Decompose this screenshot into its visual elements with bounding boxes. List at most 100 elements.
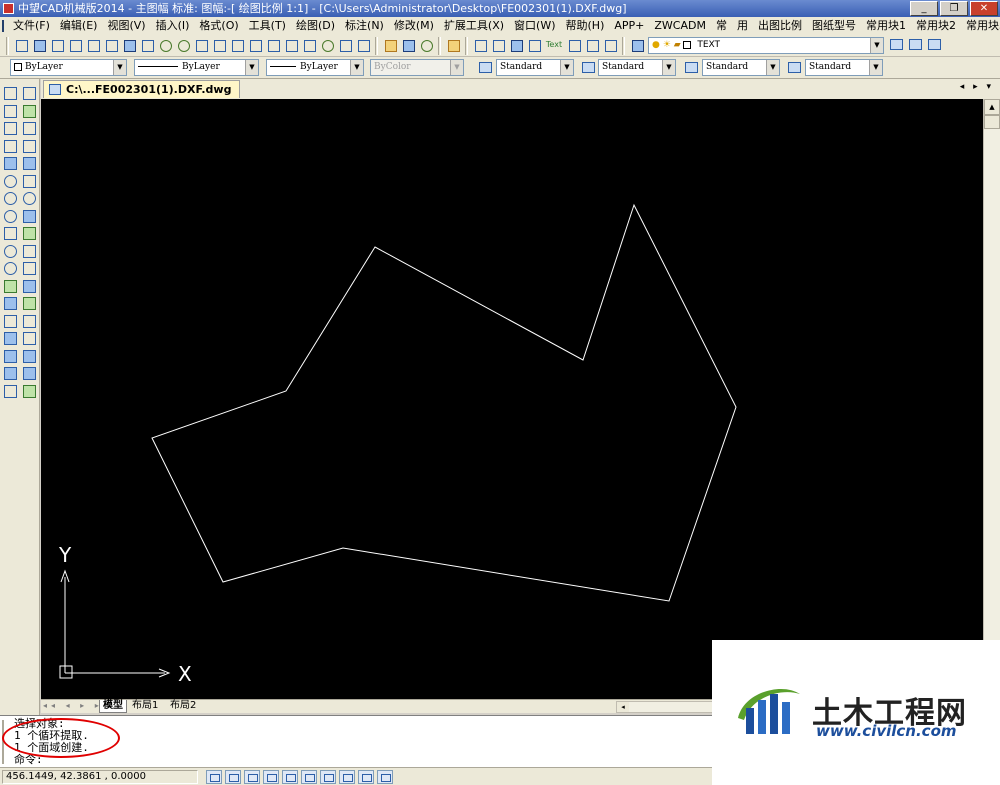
menu-view[interactable]: 视图(V) bbox=[102, 17, 150, 34]
join-icon[interactable] bbox=[21, 295, 37, 312]
menu-chang[interactable]: 常 bbox=[711, 17, 732, 34]
no-symbol-icon[interactable] bbox=[175, 37, 191, 53]
hole-icon[interactable] bbox=[157, 37, 173, 53]
chevron-down-icon[interactable]: ▼ bbox=[450, 60, 463, 75]
i-beam-icon[interactable] bbox=[85, 37, 101, 53]
document-nav-arrows[interactable]: ◂ ▸ ▾ bbox=[960, 82, 994, 92]
scroll-left-icon[interactable]: ◂ bbox=[617, 702, 629, 712]
chevron-down-icon[interactable]: ▼ bbox=[560, 60, 573, 75]
menu-draw[interactable]: 绘图(D) bbox=[291, 17, 340, 34]
menu-block2[interactable]: 常用块2 bbox=[911, 17, 961, 34]
datum-icon[interactable] bbox=[337, 37, 353, 53]
menu-yong[interactable]: 用 bbox=[732, 17, 753, 34]
layer-prev-icon[interactable] bbox=[888, 36, 904, 52]
menu-window[interactable]: 窗口(W) bbox=[509, 17, 560, 34]
offset-icon[interactable] bbox=[21, 138, 37, 155]
slope-icon[interactable] bbox=[103, 37, 119, 53]
workspace-icon[interactable] bbox=[377, 770, 393, 784]
chevron-down-icon[interactable]: ▼ bbox=[113, 60, 126, 75]
roughness-icon[interactable] bbox=[355, 37, 371, 53]
match-icon[interactable] bbox=[21, 383, 37, 400]
corner2-icon[interactable] bbox=[584, 37, 600, 53]
chevron-down-icon[interactable]: ▼ bbox=[870, 38, 883, 53]
gear-teeth-icon[interactable] bbox=[247, 37, 263, 53]
angle-icon[interactable] bbox=[283, 37, 299, 53]
title-block-icon[interactable] bbox=[382, 37, 398, 53]
mleader-style-icon[interactable] bbox=[786, 59, 802, 75]
menu-extended-tools[interactable]: 扩展工具(X) bbox=[439, 17, 509, 34]
stretch-icon[interactable] bbox=[21, 225, 37, 242]
copy-icon[interactable] bbox=[21, 103, 37, 120]
table-style-icon[interactable] bbox=[683, 59, 699, 75]
rectangle-icon[interactable] bbox=[2, 155, 18, 172]
menu-edit[interactable]: 编辑(E) bbox=[55, 17, 103, 34]
ellipse-arc-icon[interactable] bbox=[2, 260, 18, 277]
zoom-icon[interactable] bbox=[418, 37, 434, 53]
center-line-icon[interactable] bbox=[49, 37, 65, 53]
chevron-down-icon[interactable]: ▼ bbox=[662, 60, 675, 75]
point-icon[interactable] bbox=[2, 313, 18, 330]
grid-toggle-icon[interactable] bbox=[225, 770, 241, 784]
polygon-icon[interactable] bbox=[2, 138, 18, 155]
menu-file[interactable]: 文件(F) bbox=[8, 17, 55, 34]
chevron-down-icon[interactable]: ▼ bbox=[766, 60, 779, 75]
chevron-down-icon[interactable]: ▼ bbox=[245, 60, 258, 75]
spline-icon[interactable] bbox=[2, 225, 18, 242]
chamfer-icon[interactable] bbox=[13, 37, 29, 53]
array-icon[interactable] bbox=[21, 155, 37, 172]
drawing-canvas[interactable]: Y X bbox=[41, 99, 983, 699]
menu-tools[interactable]: 工具(T) bbox=[244, 17, 291, 34]
frame-icon[interactable] bbox=[31, 37, 47, 53]
tab-layout1[interactable]: 布局1 bbox=[129, 700, 161, 713]
break-icon[interactable] bbox=[21, 278, 37, 295]
table-icon[interactable] bbox=[121, 37, 137, 53]
arc-icon[interactable] bbox=[2, 173, 18, 190]
table-style-combo[interactable]: Standard ▼ bbox=[702, 59, 780, 76]
mirror-icon[interactable] bbox=[21, 120, 37, 137]
region-polygon[interactable] bbox=[151, 203, 737, 602]
text-style-icon[interactable] bbox=[477, 59, 493, 75]
osnap-toggle-icon[interactable] bbox=[282, 770, 298, 784]
linetype-combo[interactable]: ByLayer ▼ bbox=[134, 59, 259, 76]
properties-icon[interactable] bbox=[21, 365, 37, 382]
region-icon[interactable] bbox=[2, 348, 18, 365]
ray-icon[interactable] bbox=[2, 103, 18, 120]
vertical-scrollbar[interactable]: ▲ bbox=[983, 99, 1000, 699]
scale-icon[interactable] bbox=[21, 208, 37, 225]
otrack-toggle-icon[interactable] bbox=[301, 770, 317, 784]
leader-icon[interactable] bbox=[301, 37, 317, 53]
arc-dim-icon[interactable] bbox=[193, 37, 209, 53]
document-menu-icon[interactable] bbox=[2, 19, 4, 32]
trim-icon[interactable] bbox=[21, 243, 37, 260]
chamfer2-icon[interactable] bbox=[472, 37, 488, 53]
layer-off-icon[interactable] bbox=[926, 36, 942, 52]
ellipse-icon[interactable] bbox=[2, 243, 18, 260]
mtext-icon[interactable] bbox=[2, 383, 18, 400]
menu-block3[interactable]: 常用块3 bbox=[961, 17, 1000, 34]
fillet-icon[interactable] bbox=[21, 330, 37, 347]
model-toggle-icon[interactable] bbox=[358, 770, 374, 784]
lineweight-combo[interactable]: ByLayer ▼ bbox=[266, 59, 364, 76]
tab-model[interactable]: 模型 bbox=[99, 700, 127, 713]
layer-combo[interactable]: ByLayer ▼ bbox=[10, 59, 127, 76]
polyline-icon[interactable] bbox=[2, 120, 18, 137]
text-style-combo[interactable]: Standard ▼ bbox=[496, 59, 574, 76]
layer-state-combo[interactable]: ● ☀ ▰ TEXT ▼ bbox=[648, 37, 884, 54]
menu-dimension[interactable]: 标注(N) bbox=[340, 17, 389, 34]
make-block-icon[interactable] bbox=[2, 295, 18, 312]
weld-icon[interactable] bbox=[139, 37, 155, 53]
line-icon[interactable] bbox=[2, 85, 18, 102]
menu-insert[interactable]: 插入(I) bbox=[151, 17, 195, 34]
tab-layout2[interactable]: 布局2 bbox=[167, 700, 199, 713]
bom-icon[interactable] bbox=[400, 37, 416, 53]
dim-style-icon[interactable] bbox=[580, 59, 596, 75]
rotate-icon[interactable] bbox=[21, 190, 37, 207]
ortho-toggle-icon[interactable] bbox=[244, 770, 260, 784]
scroll-thumb[interactable] bbox=[984, 115, 1000, 129]
insert-block-icon[interactable] bbox=[2, 278, 18, 295]
tolerance-icon[interactable] bbox=[211, 37, 227, 53]
menu-help[interactable]: 帮助(H) bbox=[561, 17, 610, 34]
pen-icon[interactable] bbox=[229, 37, 245, 53]
explode-icon[interactable] bbox=[21, 348, 37, 365]
erase-icon[interactable] bbox=[21, 85, 37, 102]
